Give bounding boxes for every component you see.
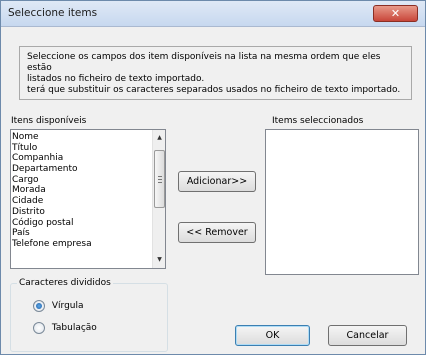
cancel-button[interactable]: Cancelar <box>328 325 407 346</box>
ok-button[interactable]: OK <box>235 325 310 346</box>
radio-comma[interactable]: Vírgula <box>33 300 84 312</box>
list-item[interactable]: Título <box>12 143 153 154</box>
add-button[interactable]: Adicionar>> <box>178 171 256 192</box>
close-button[interactable]: ✕ <box>373 5 418 22</box>
title-bar: Seleccione items ✕ <box>1 1 425 27</box>
radio-comma-label: Vírgula <box>51 301 84 311</box>
list-item[interactable]: Distrito <box>12 207 153 218</box>
available-items-list[interactable]: Nome Título Companhia Departamento Cargo… <box>10 129 166 269</box>
selected-items-label: Items seleccionados <box>272 116 364 126</box>
list-item[interactable]: País <box>12 228 153 239</box>
list-item[interactable]: Companhia <box>12 153 153 164</box>
scroll-down-icon[interactable]: ▼ <box>155 254 164 266</box>
list-item[interactable]: Nome <box>12 132 153 143</box>
delimiter-group-title: Caracteres divididos <box>17 278 113 288</box>
remove-button[interactable]: << Remover <box>178 222 256 243</box>
instructions-box: Seleccione os campos dos item disponívei… <box>19 46 412 100</box>
list-item[interactable]: Telefone empresa <box>12 239 153 250</box>
radio-tab-label: Tabulação <box>51 323 97 333</box>
instruction-line: listados no ficheiro de texto importado. <box>27 74 205 84</box>
dialog-window: Seleccione items ✕ Seleccione os campos … <box>0 0 426 355</box>
scroll-up-icon[interactable]: ▲ <box>155 132 164 144</box>
available-list-scrollbar[interactable]: ▲ ▼ <box>152 130 165 268</box>
radio-selected-icon[interactable] <box>33 300 45 312</box>
list-item[interactable]: Cidade <box>12 196 153 207</box>
close-icon: ✕ <box>390 7 401 20</box>
grip-icon <box>158 176 162 183</box>
list-item[interactable]: Departamento <box>12 164 153 175</box>
delimiter-group: Caracteres divididos Vírgula Tabulação <box>10 278 168 352</box>
radio-unselected-icon[interactable] <box>33 322 45 334</box>
dialog-title: Seleccione items <box>8 7 98 19</box>
list-item[interactable]: Código postal <box>12 218 153 229</box>
instruction-line: terá que substituir os caracteres separa… <box>27 85 401 95</box>
scroll-thumb[interactable] <box>154 150 165 208</box>
available-items-label: Itens disponíveis <box>11 116 87 126</box>
list-item[interactable]: Morada <box>12 185 153 196</box>
list-item[interactable]: Cargo <box>12 175 153 186</box>
selected-items-list[interactable] <box>265 129 419 275</box>
radio-tab[interactable]: Tabulação <box>33 322 97 334</box>
instruction-line: Seleccione os campos dos item disponívei… <box>27 52 381 73</box>
